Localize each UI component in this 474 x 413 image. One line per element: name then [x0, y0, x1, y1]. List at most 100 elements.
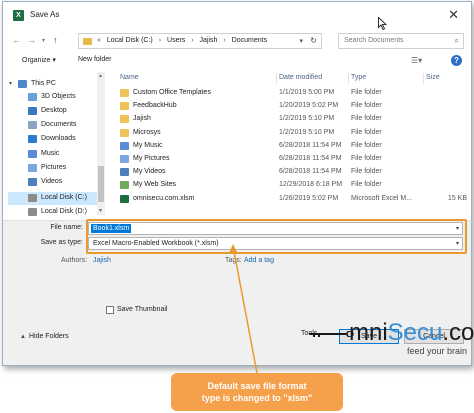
file-row[interactable]: My Pictures 6/28/2018 11:54 PM File folder — [115, 153, 467, 166]
nav-item-videos[interactable]: Videos — [8, 176, 105, 189]
chevron-down-icon[interactable]: ▾ — [299, 37, 303, 45]
breadcrumb-users[interactable]: Users — [167, 37, 185, 44]
file-type: File folder — [351, 181, 382, 189]
forward-arrow-icon[interactable]: → — [27, 35, 36, 45]
omnisecu-watermark: mniSecu.com feed your brain — [309, 319, 474, 359]
new-folder-button[interactable]: New folder — [78, 56, 111, 63]
save-thumbnail-checkbox[interactable] — [106, 306, 114, 314]
folder-icon — [120, 102, 129, 111]
nav-item-pictures[interactable]: Pictures — [8, 162, 105, 175]
pictures-folder-icon — [120, 155, 129, 163]
column-header-size[interactable]: Size — [426, 74, 440, 81]
close-button[interactable]: ✕ — [448, 7, 459, 23]
up-arrow-icon[interactable]: ↑ — [53, 35, 58, 45]
column-divider[interactable] — [348, 73, 349, 84]
refresh-icon[interactable]: ↻ — [310, 36, 317, 45]
annotation-callout: Default save file format type is changed… — [171, 373, 343, 411]
nav-item-3d-objects[interactable]: 3D Objects — [8, 91, 105, 104]
folder-icon — [120, 115, 129, 124]
folder-icon — [83, 38, 92, 45]
navigation-pane: ▾ This PC 3D Objects Desktop Documents Downlo… — [8, 72, 105, 232]
music-folder-icon — [120, 141, 129, 150]
file-date: 1/20/2019 5:02 PM — [279, 102, 339, 110]
file-name-label: File name: — [50, 224, 83, 231]
nav-item-downloads[interactable]: Downloads — [8, 133, 105, 146]
annotation-highlight-box — [86, 219, 467, 254]
tags-label: Tags: — [225, 257, 242, 264]
file-row[interactable]: My Music 6/28/2018 11:54 PM File folder — [115, 140, 467, 153]
nav-item-local-disk-c[interactable]: Local Disk (C:) — [8, 192, 105, 205]
file-size: 15 KB — [447, 194, 467, 202]
file-row[interactable]: My Videos 6/28/2018 11:54 PM File folder — [115, 166, 467, 179]
file-type: File folder — [351, 115, 382, 123]
dialog-title: Save As — [30, 10, 60, 19]
authors-value[interactable]: Jajish — [93, 257, 111, 264]
column-header-date[interactable]: Date modified — [279, 74, 322, 81]
mouse-cursor-icon — [378, 17, 387, 30]
command-bar: Organize ▾ New folder ☰▾ ? — [3, 53, 471, 69]
file-row[interactable]: Jajish 1/2/2019 5:10 PM File folder — [115, 113, 467, 126]
nav-item-documents[interactable]: Documents — [8, 119, 105, 132]
navigation-scrollbar[interactable]: ▲ ▼ — [97, 72, 105, 215]
music-icon — [28, 150, 37, 158]
back-arrow-icon[interactable]: ← — [12, 35, 21, 45]
scroll-up-icon[interactable]: ▲ — [98, 73, 103, 79]
file-type: File folder — [351, 102, 382, 110]
videos-folder-icon — [120, 168, 129, 177]
desktop-icon — [28, 107, 37, 115]
documents-icon — [28, 121, 37, 129]
column-divider[interactable] — [276, 73, 277, 84]
hide-folders-label: Hide Folders — [28, 333, 69, 340]
file-list: Name Date modified Type Size Custom Offi… — [115, 72, 467, 215]
scroll-down-icon[interactable]: ▼ — [98, 208, 103, 214]
file-name: omnisecu.com.xlsm — [133, 194, 195, 202]
file-row[interactable]: Microsys 1/2/2019 5:10 PM File folder — [115, 127, 467, 140]
tags-input[interactable]: Add a tag — [244, 257, 274, 264]
folder-icon — [120, 128, 129, 137]
nav-item-label: Music — [41, 150, 60, 157]
breadcrumb-documents[interactable]: Documents — [232, 37, 267, 44]
save-thumbnail-label[interactable]: Save Thumbnail — [117, 306, 167, 313]
file-type: File folder — [351, 168, 382, 176]
file-name: My Videos — [133, 168, 166, 176]
nav-item-label: Local Disk (D:) — [41, 208, 87, 215]
file-name: My Web Sites — [133, 181, 177, 189]
nav-item-local-disk-d[interactable]: Local Disk (D:) — [8, 206, 105, 219]
breadcrumb-overflow[interactable]: « — [97, 37, 101, 44]
breadcrumb-jajish[interactable]: Jajish — [200, 37, 218, 44]
help-icon[interactable]: ? — [451, 55, 462, 66]
file-row[interactable]: My Web Sites 12/29/2018 6:18 PM File folde… — [115, 179, 467, 192]
chevron-up-icon: ▲ — [20, 334, 26, 340]
column-header-type[interactable]: Type — [351, 74, 366, 81]
chevron-down-icon[interactable]: ▾ — [9, 80, 12, 87]
file-date: 6/28/2018 11:54 PM — [279, 168, 342, 176]
logo-part: .com — [442, 319, 474, 346]
hide-folders-button[interactable]: ▲ Hide Folders — [20, 333, 69, 340]
organize-button[interactable]: Organize ▾ — [22, 56, 56, 64]
nav-item-label: Desktop — [41, 107, 67, 114]
search-input[interactable]: Search Documents ⌕ — [338, 33, 464, 49]
breadcrumb-local-disk[interactable]: Local Disk (C:) — [107, 37, 153, 44]
column-divider[interactable] — [423, 73, 424, 84]
nav-item-label: Local Disk (C:) — [41, 194, 87, 201]
file-row[interactable]: omnisecu.com.xlsm 1/26/2019 5:02 PM Micros… — [115, 193, 467, 206]
file-date: 1/1/2019 5:00 PM — [279, 89, 335, 96]
view-options-icon[interactable]: ☰▾ — [411, 56, 422, 65]
nav-item-desktop[interactable]: Desktop — [8, 105, 105, 118]
file-row[interactable]: FeedbackHub 1/20/2019 5:02 PM File folder — [115, 100, 467, 113]
recent-locations-icon[interactable]: ▾ — [42, 37, 45, 44]
file-type: File folder — [351, 128, 382, 136]
search-icon: ⌕ — [454, 36, 459, 45]
3d-objects-icon — [28, 93, 37, 101]
search-placeholder: Search Documents — [344, 37, 404, 44]
scrollbar-thumb[interactable] — [98, 166, 104, 202]
file-name: My Music — [133, 141, 163, 149]
file-row[interactable]: Custom Office Templates 1/1/2019 5:00 PM F… — [115, 87, 467, 100]
column-header-name[interactable]: Name — [120, 74, 139, 81]
file-name: Custom Office Templates — [133, 89, 211, 96]
nav-item-music[interactable]: Music — [8, 148, 105, 161]
nav-item-this-pc[interactable]: ▾ This PC — [8, 78, 105, 91]
address-field[interactable]: « Local Disk (C:) › Users › Jajish › Doc… — [78, 33, 322, 49]
logo-part: mni — [349, 319, 388, 346]
nav-item-label: Downloads — [41, 135, 76, 142]
